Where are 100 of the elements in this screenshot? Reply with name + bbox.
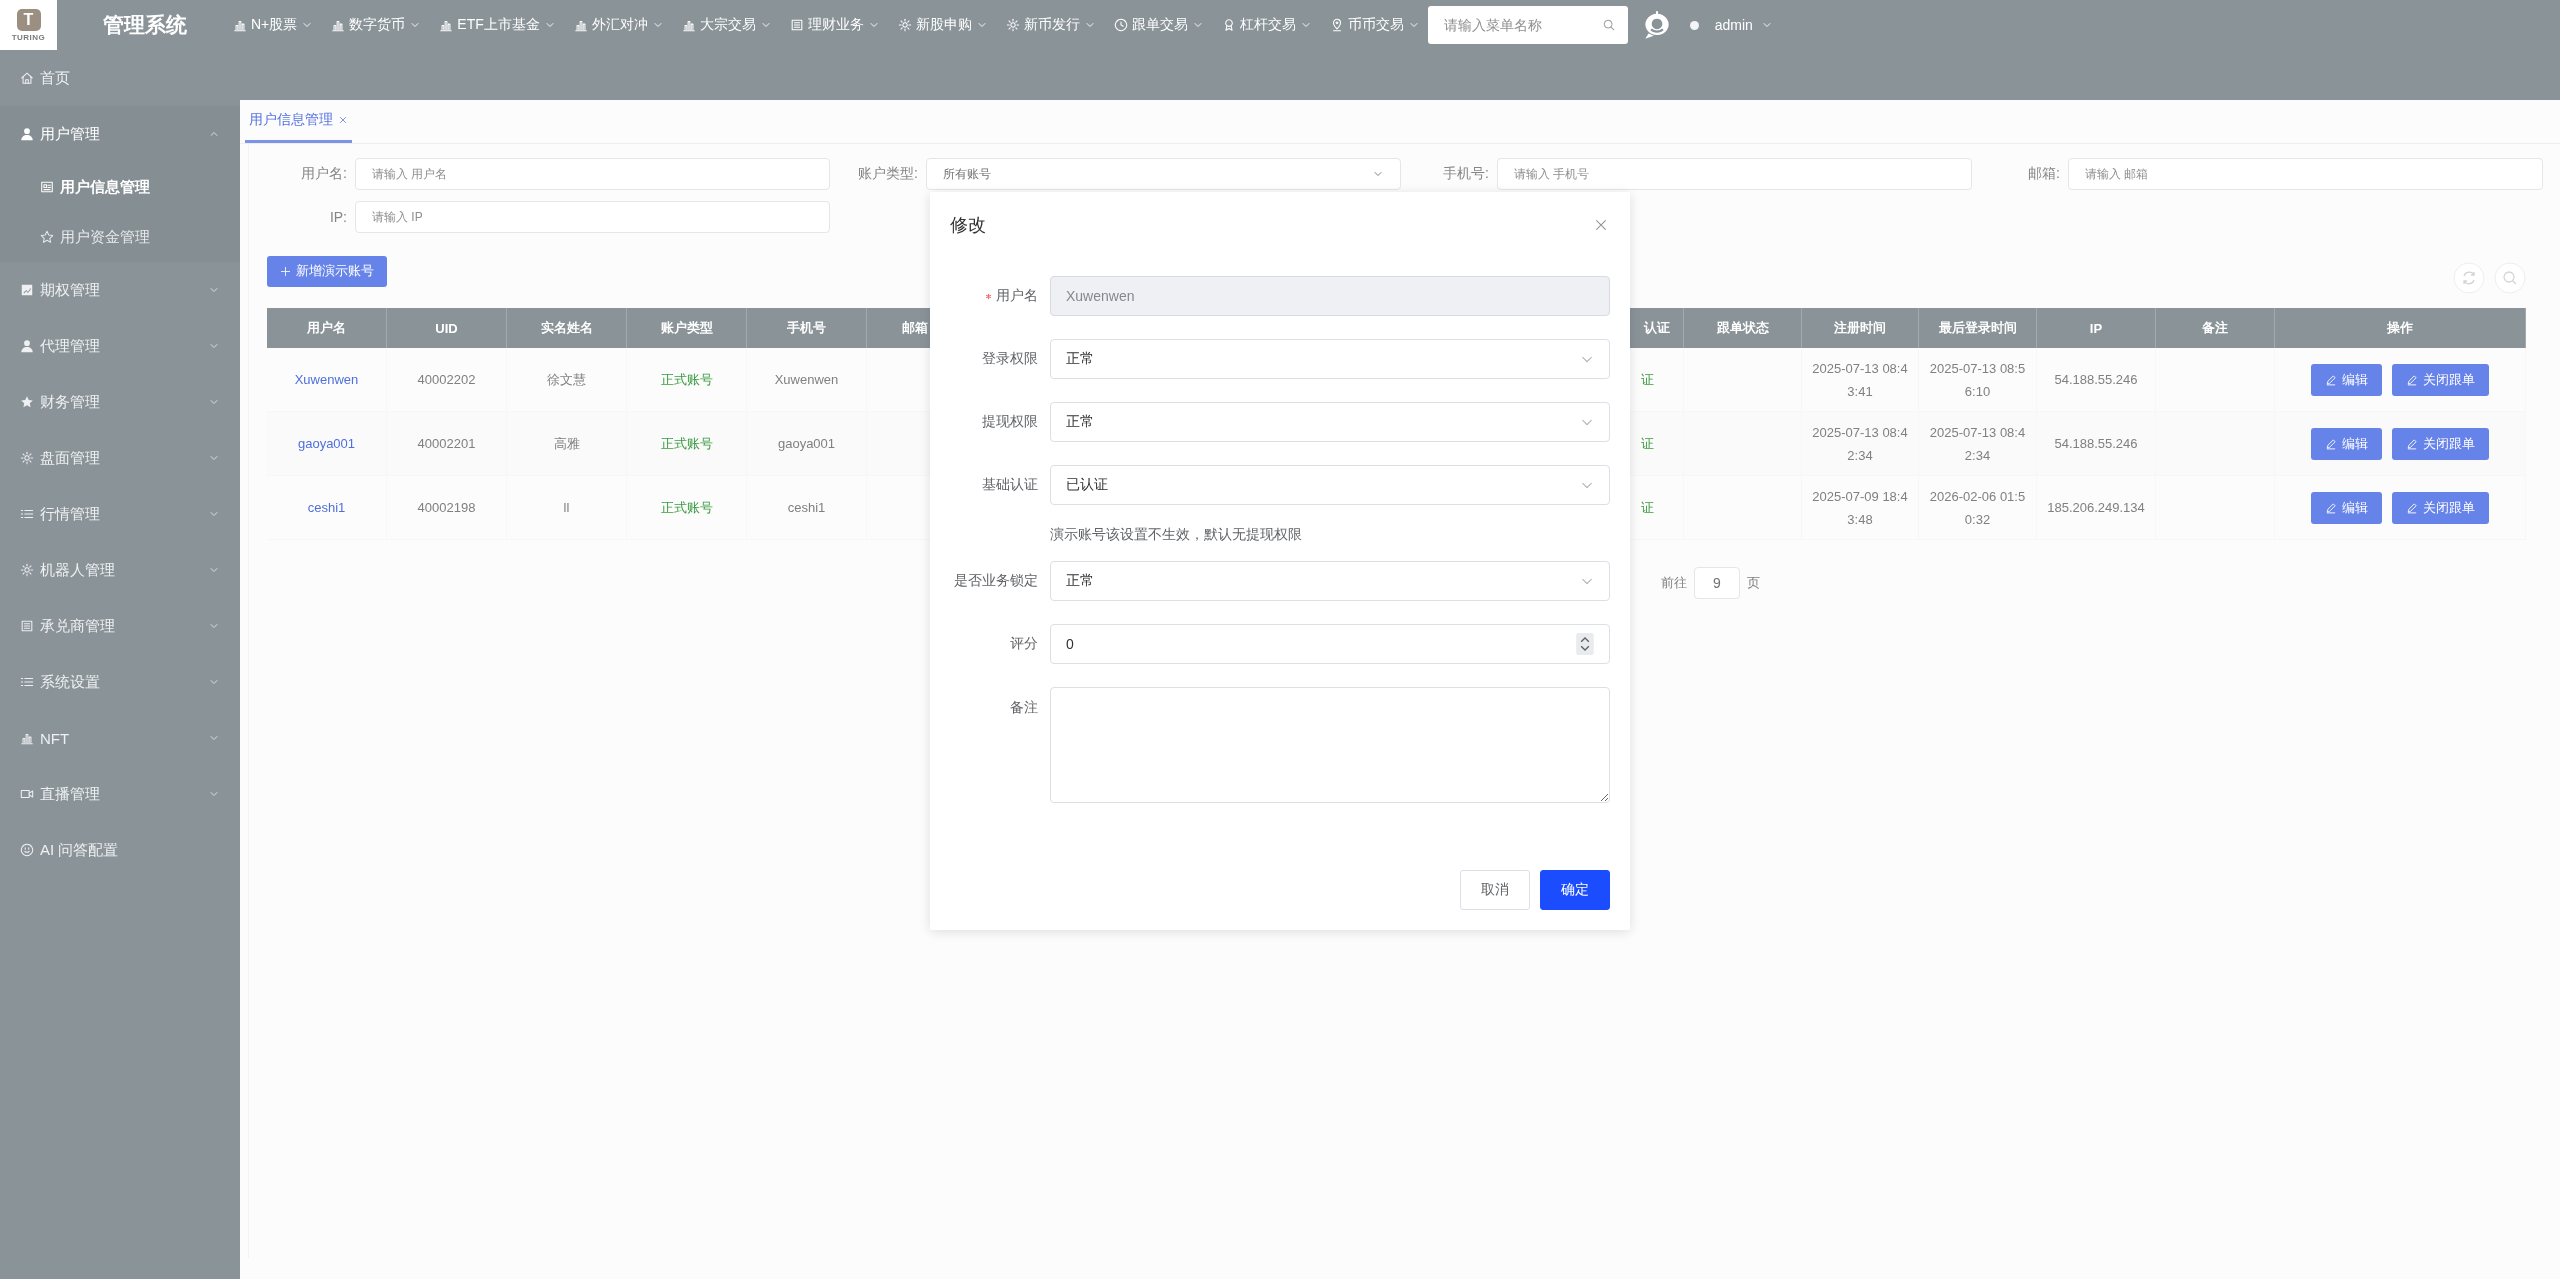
- row-action-button[interactable]: 编辑: [2311, 427, 2382, 460]
- row-action-button[interactable]: 关闭跟单: [2392, 363, 2489, 396]
- sidebar-item[interactable]: NFT: [0, 710, 240, 766]
- row-action-button[interactable]: 编辑: [2311, 491, 2382, 524]
- username-link[interactable]: gaoya001: [297, 432, 356, 455]
- sidebar-item[interactable]: 行情管理: [0, 486, 240, 542]
- filter-label: 邮箱:: [2027, 165, 2060, 183]
- close-icon[interactable]: [338, 115, 348, 125]
- nav-menu-item[interactable]: 新币发行: [1005, 16, 1096, 34]
- bar-chart-icon: [331, 18, 346, 32]
- filter-label: IP:: [328, 209, 347, 225]
- column-header: 认证: [1631, 308, 1684, 348]
- logo-text: TURING: [11, 32, 46, 42]
- filter-input-field[interactable]: 请输入 用户名: [355, 158, 830, 190]
- table-cell: 证: [1631, 348, 1684, 411]
- dialog-title: 修改: [950, 214, 986, 237]
- row-action-button[interactable]: 关闭跟单: [2392, 491, 2489, 524]
- nav-menu-item[interactable]: ETF上市基金: [439, 16, 556, 34]
- confirm-button[interactable]: 确定: [1540, 870, 1610, 910]
- filter-label: 手机号:: [1442, 165, 1489, 183]
- nav-menu-item[interactable]: 币币交易: [1329, 16, 1420, 34]
- user-menu[interactable]: admin: [1714, 17, 1753, 33]
- field-label: 是否业务锁定: [954, 572, 1038, 590]
- nav-menu-item[interactable]: 数字货币: [331, 16, 422, 34]
- chart-icon: [20, 283, 34, 297]
- menu-search-field[interactable]: 请输入菜单名称: [1427, 6, 1628, 44]
- page-number-field[interactable]: 9: [1694, 567, 1740, 599]
- page-tab[interactable]: 用户信息管理: [245, 100, 352, 143]
- star-icon: [20, 395, 34, 409]
- table-cell: gaoya001: [747, 412, 867, 475]
- table-cell: 54.188.55.246: [2037, 412, 2156, 475]
- search-button[interactable]: [2494, 262, 2526, 294]
- filter-input-field[interactable]: 请输入 邮箱: [2068, 158, 2543, 190]
- table-cell: 40002202: [387, 348, 507, 411]
- bar-chart-icon: [681, 18, 696, 32]
- column-header: UID: [387, 308, 507, 348]
- table-cell: 证: [1631, 412, 1684, 475]
- cancel-button[interactable]: 取消: [1460, 870, 1530, 910]
- table-cell: 2025-07-09 18:43:48: [1802, 476, 1919, 539]
- column-header: 操作: [2275, 308, 2526, 348]
- table-cell: 2025-07-13 08:56:10: [1919, 348, 2037, 411]
- sidebar-item[interactable]: 财务管理: [0, 374, 240, 430]
- table-cell: 高雅: [507, 412, 627, 475]
- filter-select[interactable]: 所有账号: [926, 158, 1401, 190]
- select-field[interactable]: 已认证: [1050, 465, 1610, 505]
- refresh-button[interactable]: [2453, 262, 2485, 294]
- edit-icon: [2325, 373, 2337, 386]
- table-cell: ll: [507, 476, 627, 539]
- star-icon: [40, 230, 54, 244]
- filter-input-field[interactable]: 请输入 IP: [355, 201, 830, 233]
- number-field[interactable]: 0: [1050, 624, 1610, 664]
- table-cell: 2025-07-13 08:42:34: [1919, 412, 2037, 475]
- nav-menu-item[interactable]: 大宗交易: [681, 16, 772, 34]
- select-field[interactable]: 正常: [1050, 402, 1610, 442]
- table-cell: 徐文慧: [507, 348, 627, 411]
- field-label: 提现权限: [982, 413, 1038, 431]
- user-icon: [20, 127, 34, 141]
- sidebar-item[interactable]: 用户管理: [0, 106, 240, 162]
- field-label: 备注: [1010, 699, 1038, 717]
- sidebar-item[interactable]: 承兑商管理: [0, 598, 240, 654]
- sidebar-item[interactable]: 机器人管理: [0, 542, 240, 598]
- select-field[interactable]: 正常: [1050, 339, 1610, 379]
- table-cell: 证: [1631, 476, 1684, 539]
- filter-input-field[interactable]: 请输入 手机号: [1497, 158, 1972, 190]
- sidebar-item[interactable]: AI 问答配置: [0, 822, 240, 878]
- field-label: 用户名: [996, 287, 1038, 305]
- nav-menu-item[interactable]: 外汇对冲: [573, 16, 664, 34]
- column-header: 最后登录时间: [1919, 308, 2037, 348]
- nav-menu-item[interactable]: 新股申购: [897, 16, 988, 34]
- row-action-button[interactable]: 关闭跟单: [2392, 427, 2489, 460]
- sidebar-item[interactable]: 期权管理: [0, 262, 240, 318]
- sidebar-item[interactable]: 代理管理: [0, 318, 240, 374]
- table-cell: 正式账号: [627, 476, 747, 539]
- home-icon: [20, 71, 34, 85]
- sidebar-item[interactable]: 首页: [0, 50, 240, 106]
- edit-icon: [2325, 437, 2337, 450]
- status-dot-icon: [1689, 20, 1699, 30]
- username-link[interactable]: ceshi1: [307, 496, 346, 519]
- nav-menu-item[interactable]: 理财业务: [789, 16, 880, 34]
- sidebar-subitem[interactable]: 用户资金管理: [0, 212, 240, 262]
- row-action-button[interactable]: 编辑: [2311, 363, 2382, 396]
- sidebar-item[interactable]: 盘面管理: [0, 430, 240, 486]
- column-header: 实名姓名: [507, 308, 627, 348]
- nav-menu-item[interactable]: N+股票: [233, 16, 314, 34]
- add-demo-account-button[interactable]: 新增演示账号: [267, 255, 387, 287]
- stepper-icon[interactable]: [1576, 633, 1594, 655]
- sidebar-item[interactable]: 系统设置: [0, 654, 240, 710]
- document-icon: [789, 18, 804, 32]
- nav-menu-item[interactable]: 杠杆交易: [1221, 16, 1312, 34]
- id-card-icon: [40, 180, 54, 194]
- edit-icon: [2406, 501, 2418, 514]
- select-field[interactable]: 正常: [1050, 561, 1610, 601]
- sidebar-subitem[interactable]: 用户信息管理: [0, 162, 240, 212]
- table-cell: 正式账号: [627, 348, 747, 411]
- username-link[interactable]: Xuwenwen: [294, 368, 359, 391]
- sidebar-item[interactable]: 直播管理: [0, 766, 240, 822]
- close-icon[interactable]: [1594, 218, 1608, 232]
- table-cell: Xuwenwen: [747, 348, 867, 411]
- nav-menu-item[interactable]: 跟单交易: [1113, 16, 1204, 34]
- video-camera-icon: [20, 787, 34, 801]
